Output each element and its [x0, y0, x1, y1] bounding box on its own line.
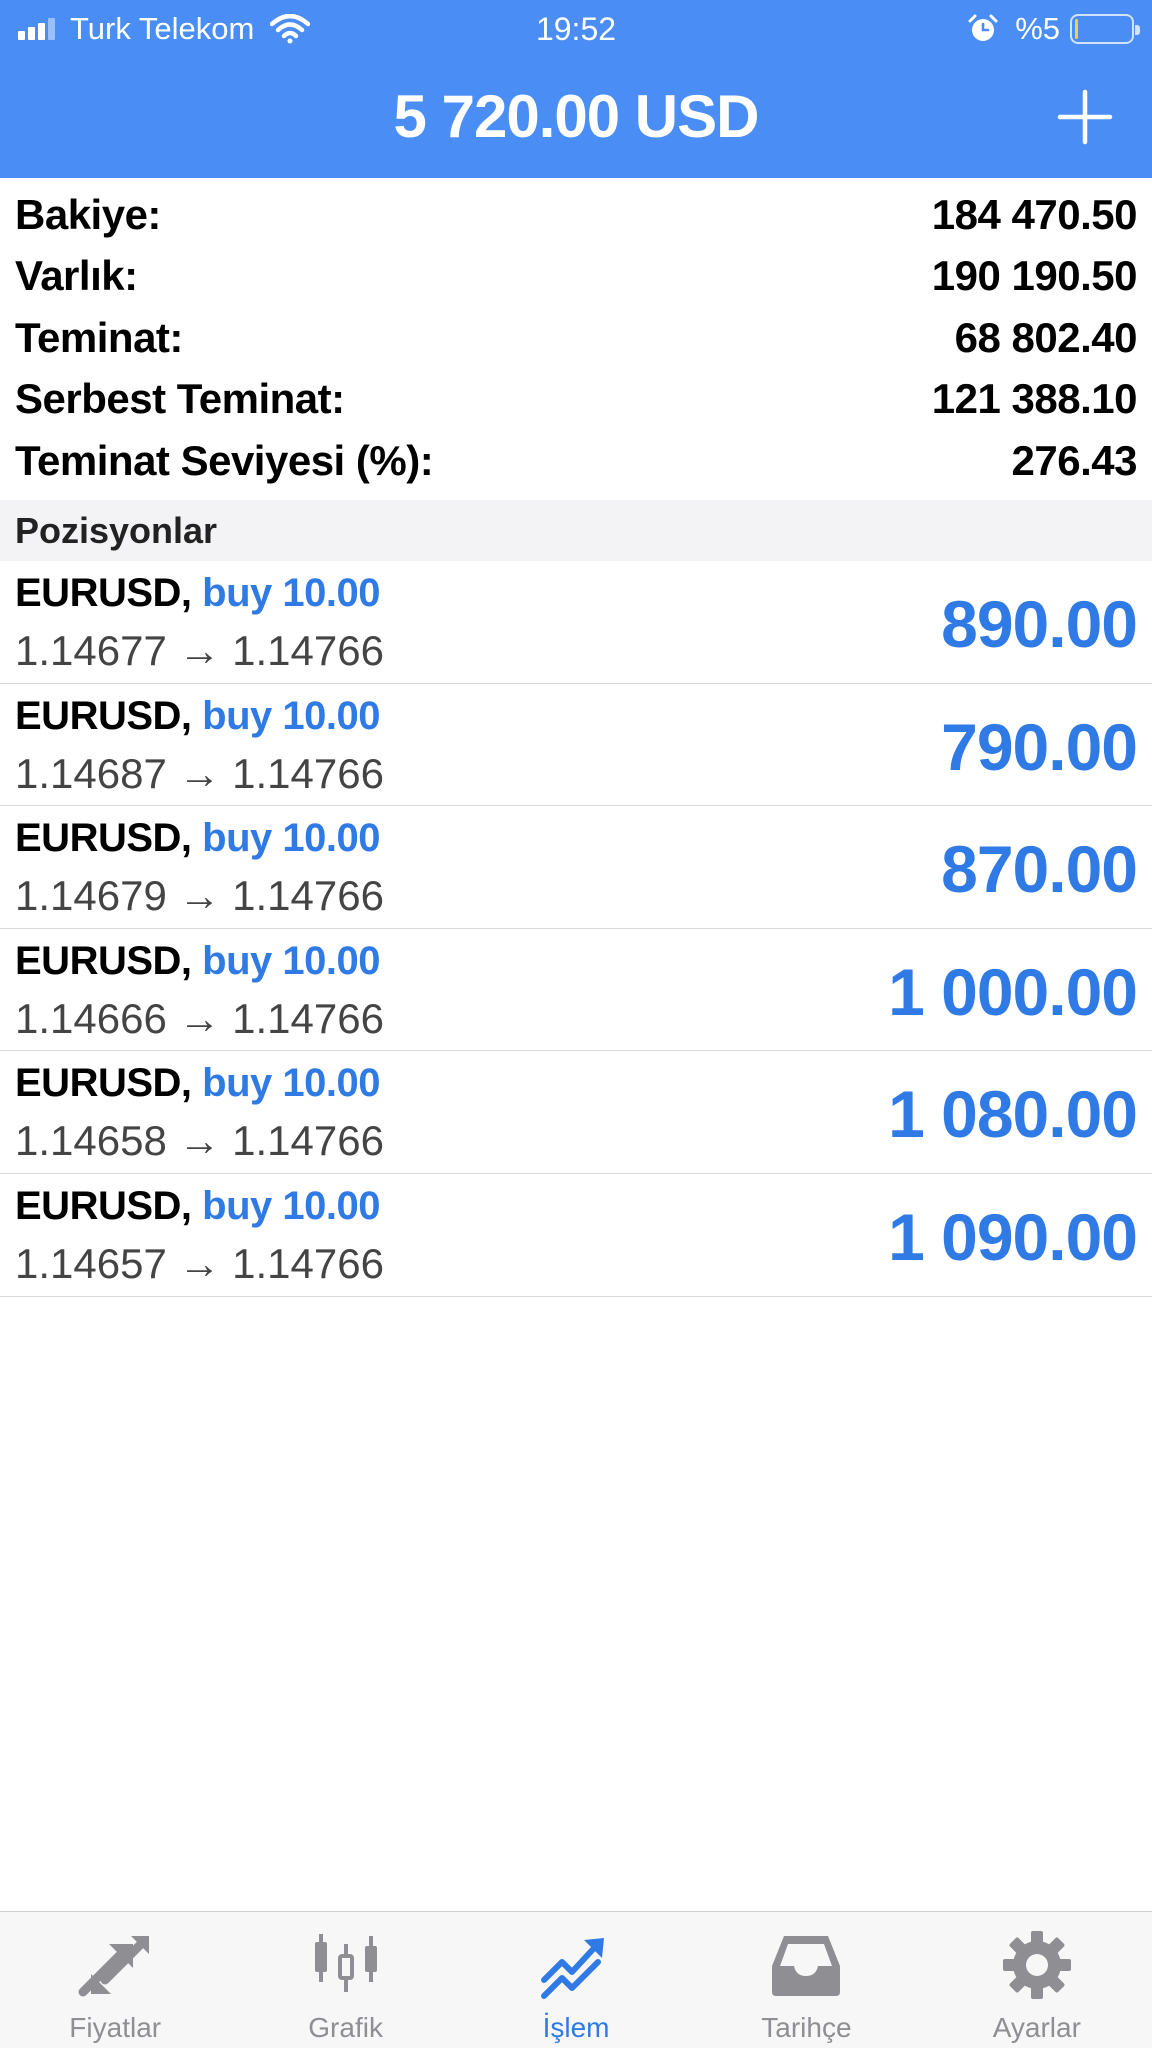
tab-label: Ayarlar	[992, 2012, 1081, 2043]
position-profit: 890.00	[941, 587, 1138, 661]
positions-section-header: Pozisyonlar	[0, 500, 1152, 561]
positions-list: EURUSD, buy 10.00 1.14677 → 1.14766 890.…	[0, 561, 1152, 1297]
tab-bar: Fiyatlar Grafik İşlem Tarihçe Ayarlar	[0, 1911, 1152, 2048]
position-side: buy 10.00	[202, 1061, 380, 1106]
position-title: EURUSD, buy 10.00	[15, 571, 380, 616]
position-prices: 1.14657 → 1.14766	[15, 1239, 384, 1287]
summary-label: Teminat Seviyesi (%):	[15, 436, 434, 484]
position-row[interactable]: EURUSD, buy 10.00 1.14657 → 1.14766 1 09…	[0, 1174, 1152, 1297]
history-inbox-icon	[772, 1936, 841, 1996]
summary-label: Teminat:	[15, 313, 183, 361]
position-title: EURUSD, buy 10.00	[15, 939, 380, 984]
summary-value: 68 802.40	[954, 313, 1138, 361]
alarm-clock-icon	[968, 14, 998, 41]
status-bar: Turk Telekom 19:52 %5	[0, 0, 1152, 58]
summary-label: Varlık:	[15, 252, 138, 300]
position-prices: 1.14677 → 1.14766	[15, 627, 384, 674]
summary-row-free-margin: Serbest Teminat: 121 388.10	[0, 369, 1152, 431]
position-side: buy 10.00	[202, 938, 380, 983]
position-profit: 1 000.00	[888, 954, 1138, 1029]
position-side: buy 10.00	[202, 1183, 380, 1228]
summary-row-margin: Teminat: 68 802.40	[0, 307, 1152, 369]
tab-trade[interactable]: İşlem	[461, 1912, 691, 2048]
position-row[interactable]: EURUSD, buy 10.00 1.14679 → 1.14766 870.…	[0, 806, 1152, 929]
position-row[interactable]: EURUSD, buy 10.00 1.14666 → 1.14766 1 00…	[0, 929, 1152, 1052]
quotes-arrows-icon	[78, 1936, 150, 1997]
position-title: EURUSD, buy 10.00	[15, 816, 380, 861]
tab-label: Tarihçe	[761, 2012, 852, 2043]
position-title: EURUSD, buy 10.00	[15, 1184, 380, 1229]
position-side: buy 10.00	[202, 693, 380, 738]
position-prices: 1.14658 → 1.14766	[15, 1117, 384, 1165]
position-profit: 1 090.00	[888, 1199, 1138, 1274]
position-profit: 870.00	[941, 832, 1138, 907]
position-profit: 1 080.00	[888, 1077, 1138, 1152]
battery-percent: %5	[1015, 11, 1060, 46]
tab-label: İşlem	[542, 2012, 610, 2043]
position-symbol: EURUSD,	[15, 693, 192, 738]
summary-value: 190 190.50	[931, 252, 1138, 300]
position-side: buy 10.00	[202, 816, 380, 861]
battery-icon	[1070, 14, 1140, 44]
position-symbol: EURUSD,	[15, 938, 192, 983]
summary-row-equity: Varlık: 190 190.50	[0, 246, 1152, 308]
summary-value: 276.43	[1011, 436, 1138, 484]
tab-label: Grafik	[308, 2012, 383, 2043]
position-row[interactable]: EURUSD, buy 10.00 1.14658 → 1.14766 1 08…	[0, 1051, 1152, 1174]
position-title: EURUSD, buy 10.00	[15, 694, 380, 739]
position-row[interactable]: EURUSD, buy 10.00 1.14687 → 1.14766 790.…	[0, 684, 1152, 807]
position-symbol: EURUSD,	[15, 1061, 192, 1106]
account-summary: Bakiye: 184 470.50 Varlık: 190 190.50 Te…	[0, 184, 1152, 492]
gear-icon	[1002, 1931, 1071, 1999]
status-right: %5	[967, 10, 1140, 48]
app-header: Turk Telekom 19:52 %5 5 720.00 USD	[0, 0, 1152, 178]
summary-row-balance: Bakiye: 184 470.50	[0, 184, 1152, 246]
position-symbol: EURUSD,	[15, 1183, 192, 1228]
position-side: buy 10.00	[202, 571, 380, 615]
position-symbol: EURUSD,	[15, 816, 192, 861]
position-prices: 1.14666 → 1.14766	[15, 994, 384, 1042]
position-profit: 790.00	[941, 709, 1138, 784]
position-row[interactable]: EURUSD, buy 10.00 1.14677 → 1.14766 890.…	[0, 561, 1152, 684]
summary-row-margin-level: Teminat Seviyesi (%): 276.43	[0, 430, 1152, 492]
summary-label: Serbest Teminat:	[15, 375, 345, 423]
tab-chart[interactable]: Grafik	[230, 1912, 460, 2048]
tab-settings[interactable]: Ayarlar	[922, 1912, 1152, 2048]
plus-icon[interactable]	[1056, 88, 1114, 146]
position-prices: 1.14687 → 1.14766	[15, 749, 384, 797]
tab-label: Fiyatlar	[69, 2012, 162, 2043]
tab-quotes[interactable]: Fiyatlar	[0, 1912, 230, 2048]
battery-fill	[1075, 19, 1078, 39]
position-symbol: EURUSD,	[15, 571, 192, 615]
position-title: EURUSD, buy 10.00	[15, 1061, 380, 1106]
total-profit: 5 720.00 USD	[393, 83, 760, 150]
candlestick-chart-icon	[314, 1934, 377, 1992]
summary-value: 121 388.10	[931, 375, 1138, 423]
position-prices: 1.14679 → 1.14766	[15, 872, 384, 920]
tab-history[interactable]: Tarihçe	[691, 1912, 921, 2048]
summary-value: 184 470.50	[931, 190, 1138, 238]
summary-label: Bakiye:	[15, 190, 161, 238]
trade-trend-icon	[541, 1938, 605, 1999]
